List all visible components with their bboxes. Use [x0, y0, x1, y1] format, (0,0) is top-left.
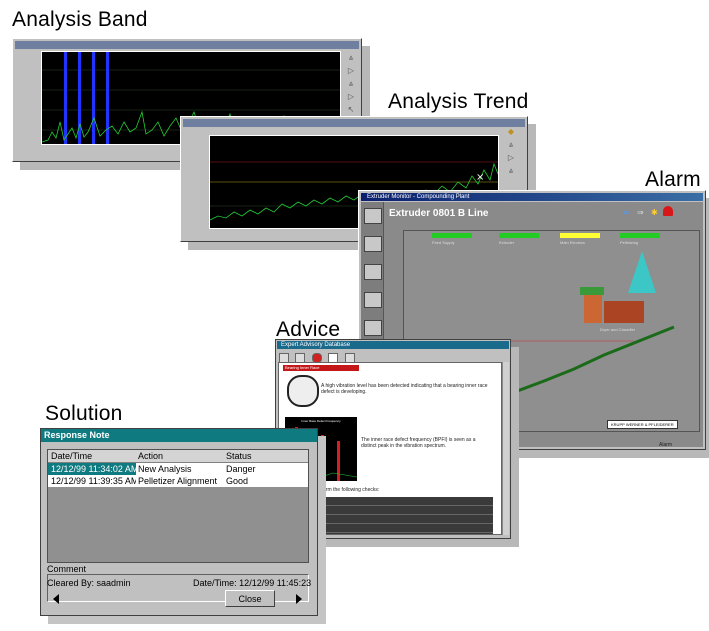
- previous-arrow-icon[interactable]: [53, 594, 59, 604]
- row-status: Good: [224, 475, 308, 487]
- alarm-light-icon: [663, 206, 673, 216]
- sidebar-button[interactable]: [364, 208, 382, 224]
- response-table: Date/Time Action Status 12/12/99 11:34:0…: [47, 449, 309, 563]
- band-play-icon[interactable]: ▷: [345, 93, 357, 101]
- table-header: Date/Time Action Status: [48, 450, 308, 463]
- column-header-action[interactable]: Action: [138, 450, 222, 462]
- band-marker: [106, 52, 109, 144]
- advice-toolbar: [279, 350, 355, 363]
- equipment-dryer-top: [580, 287, 604, 295]
- sidebar-button[interactable]: [364, 264, 382, 280]
- advice-window-title: Expert Advisory Database: [277, 341, 509, 349]
- sidebar-button[interactable]: [364, 292, 382, 308]
- bearing-icon: [287, 375, 319, 407]
- response-note-window: Response Note Date/Time Action Status 12…: [40, 428, 318, 616]
- analysis-band-caption: Analysis Band: [12, 8, 148, 31]
- cyclone-cone: [628, 251, 656, 293]
- row-action: New Analysis: [136, 463, 224, 475]
- alarm-status-text: Alarm: [659, 442, 673, 448]
- band-play-icon[interactable]: ▷: [345, 67, 357, 75]
- comment-label: Comment: [47, 564, 87, 574]
- alarm-caption: Alarm: [645, 168, 701, 191]
- row-action: Pelletizer Alignment: [136, 475, 224, 487]
- equipment-label: Dryer and Classifier: [600, 327, 636, 332]
- settings-icon[interactable]: ✱: [651, 208, 658, 217]
- conveyor-line: [503, 325, 675, 398]
- trend-alarm-icon[interactable]: ◆: [505, 128, 517, 136]
- date-time-text: Date/Time: 12/12/99 11:45:23: [193, 578, 312, 588]
- advice-text-1: A high vibration level has been detected…: [321, 383, 488, 395]
- response-note-title: Response Note: [41, 429, 317, 442]
- table-row[interactable]: 12/12/99 11:34:02 AM New Analysis Danger: [48, 463, 308, 475]
- equipment-dryer: [584, 293, 602, 323]
- analysis-band-titlebar: [15, 41, 359, 49]
- advice-header: Bearing Inner Race: [283, 365, 359, 371]
- band-cursor-icon[interactable]: ↖: [345, 106, 357, 114]
- row-status: Danger: [224, 463, 308, 475]
- cleared-by-text: Cleared By: saadmin: [47, 578, 131, 588]
- next-arrow-icon[interactable]: [296, 594, 302, 604]
- alarm-heading: Extruder 0801 B Line: [389, 208, 489, 219]
- trend-toolbar: ◆ ⩓ ▷ ⩓: [501, 123, 521, 180]
- spectrum-peak: [337, 441, 340, 481]
- band-marker: [92, 52, 95, 144]
- band-zoom-icon[interactable]: ⩓: [345, 80, 357, 88]
- nav-back-icon[interactable]: ⇐: [623, 208, 630, 217]
- trend-zoom-icon[interactable]: ⩓: [505, 141, 517, 149]
- table-row[interactable]: 12/12/99 11:39:35 AM Pelletizer Alignmen…: [48, 475, 308, 487]
- spectrum-peak: [321, 435, 324, 481]
- analysis-trend-caption: Analysis Trend: [388, 90, 529, 113]
- trend-play-icon[interactable]: ▷: [505, 154, 517, 162]
- row-datetime: 12/12/99 11:34:02 AM: [48, 463, 136, 475]
- vendor-logo: KRUPP WERNER & PFLEIDERER: [607, 420, 678, 429]
- nav-forward-icon[interactable]: ⇒: [637, 208, 644, 217]
- column-header-status[interactable]: Status: [226, 450, 306, 462]
- close-button[interactable]: Close: [225, 590, 275, 607]
- trend-cursor-icon: ×: [476, 172, 484, 183]
- screenshot-collage: Analysis Band Analysis Trend Alarm Advic…: [0, 0, 709, 631]
- sidebar-button[interactable]: [364, 236, 382, 252]
- band-marker: [64, 52, 67, 144]
- sidebar-button[interactable]: [364, 320, 382, 336]
- alarm-window-title: Extruder Monitor - Compounding Plant: [361, 193, 703, 201]
- analysis-trend-titlebar: [183, 119, 525, 127]
- equipment-classifier: [604, 301, 644, 323]
- band-zoom-icon[interactable]: ⩓: [345, 54, 357, 62]
- column-header-datetime[interactable]: Date/Time: [51, 450, 133, 462]
- solution-caption: Solution: [45, 402, 123, 425]
- trend-zoom-icon[interactable]: ⩓: [505, 167, 517, 175]
- advice-scrollbar[interactable]: [502, 362, 509, 535]
- row-datetime: 12/12/99 11:39:35 AM: [48, 475, 136, 487]
- advice-text-2: The inner race defect frequency (BPFI) i…: [361, 437, 476, 449]
